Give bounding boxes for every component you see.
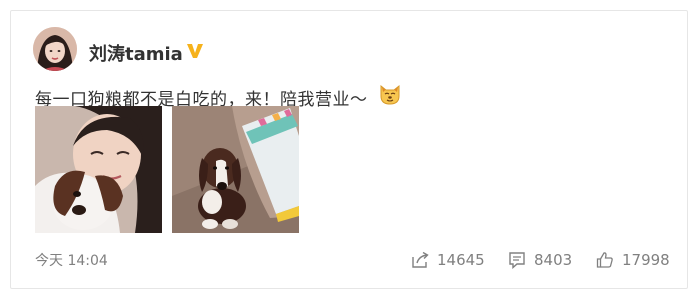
comment-button[interactable]: 8403 (508, 251, 572, 269)
share-count: 14645 (437, 251, 485, 269)
dog-face-emoji-icon (378, 82, 402, 106)
post-image-woman-with-puppy[interactable] (35, 106, 162, 233)
post-image-puppy-on-mat[interactable] (172, 106, 299, 233)
share-icon (412, 251, 429, 268)
thumbs-up-icon (596, 252, 613, 268)
avatar[interactable] (33, 27, 77, 71)
post-timestamp[interactable]: 今天 14:04 (35, 250, 108, 270)
verified-badge-icon (184, 39, 206, 61)
like-button[interactable]: 17998 (596, 251, 670, 269)
username[interactable]: 刘涛tamia (89, 40, 183, 66)
weibo-post-card: 刘涛tamia 每一口狗粮都不是白吃的，来！陪我营业～ 今天 14:04 146… (10, 10, 688, 289)
comment-icon (509, 252, 525, 269)
comment-count: 8403 (534, 251, 573, 269)
share-button[interactable]: 14645 (411, 251, 485, 269)
like-count: 17998 (622, 251, 670, 269)
